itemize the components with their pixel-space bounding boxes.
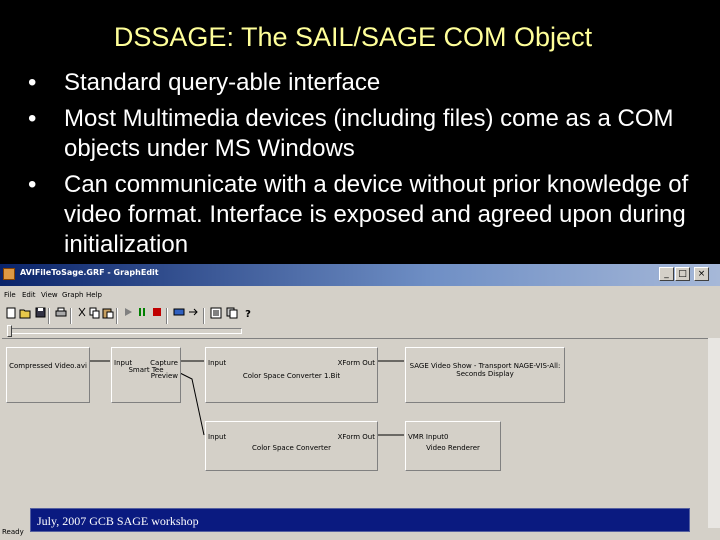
bullet-dot: • [28, 105, 37, 132]
menu-help[interactable]: Help [86, 291, 102, 299]
pause-icon[interactable] [135, 307, 149, 323]
maximize-button[interactable]: □ [675, 267, 690, 281]
cut-icon[interactable] [75, 307, 89, 323]
filter-name: Video Renderer [426, 444, 480, 452]
properties-icon[interactable] [209, 307, 223, 323]
vertical-scrollbar[interactable] [708, 338, 720, 528]
help-icon[interactable]: ? [241, 307, 255, 323]
graphedit-app-icon [3, 268, 15, 280]
bullet-dot: • [28, 69, 37, 96]
menu-file[interactable]: File [4, 291, 16, 299]
filter-name: SAGE Video Show - Transport NAGE-VIS-All… [409, 362, 561, 378]
seek-slider-thumb[interactable] [7, 325, 12, 337]
render-icon[interactable] [187, 307, 201, 323]
minimize-button[interactable]: _ [659, 267, 674, 281]
footer-text: July, 2007 GCB SAGE workshop [37, 514, 199, 528]
copy-filter-icon[interactable] [225, 307, 239, 323]
play-icon[interactable] [121, 307, 135, 323]
window-title: AVIFileToSage.GRF - GraphEdit [20, 268, 159, 277]
bullet-item: • Most Multimedia devices (including file… [0, 104, 720, 164]
seek-slider[interactable] [7, 325, 242, 337]
filter-box-smart-tee[interactable]: Input Capture Preview Smart Tee [111, 347, 181, 403]
filter-box-color-space-1[interactable]: Input XForm Out Color Space Converter 1.… [205, 347, 378, 403]
pin-xform-out[interactable]: XForm Out [338, 359, 375, 367]
bullet-item: • Standard query-able interface [0, 68, 720, 98]
copy-icon[interactable] [88, 307, 102, 323]
slide-footer: July, 2007 GCB SAGE workshop [30, 508, 690, 532]
stop-icon[interactable] [150, 307, 164, 323]
open-icon[interactable] [18, 307, 32, 323]
filter-box-sage-video-show[interactable]: SAGE Video Show - Transport NAGE-VIS-All… [405, 347, 565, 403]
filter-box-source[interactable]: Compressed Video.avi [6, 347, 90, 403]
bullet-list: • Standard query-able interface • Most Mul… [0, 68, 720, 266]
bullet-text: Most Multimedia devices (including files… [64, 105, 674, 162]
bullet-text: Standard query-able interface [64, 69, 381, 96]
filter-name: Color Space Converter 1.Bit [242, 372, 341, 380]
pin-xform-out[interactable]: XForm Out [338, 433, 375, 441]
filter-name: Color Space Converter [252, 444, 331, 452]
pin-input[interactable]: Input [208, 433, 226, 441]
menu-edit[interactable]: Edit [22, 291, 36, 299]
toolbar: ? [0, 304, 720, 328]
menu-view[interactable]: View [41, 291, 58, 299]
toolbar-separator [70, 308, 72, 324]
slide-title: DSSAGE: The SAIL/SAGE COM Object [113, 22, 593, 52]
bullet-item: • Can communicate with a device without p… [0, 170, 720, 260]
insert-filter-icon[interactable] [172, 307, 186, 323]
toolbar-separator [116, 308, 118, 324]
close-button[interactable]: × [694, 267, 709, 281]
toolbar-separator [203, 308, 205, 324]
toolbar-separator [166, 308, 168, 324]
filter-box-video-renderer[interactable]: VMR Input0 Video Renderer [405, 421, 501, 471]
menu-graph[interactable]: Graph [62, 291, 83, 299]
bullet-dot: • [28, 171, 37, 198]
pin-vmr-input[interactable]: VMR Input0 [408, 433, 449, 441]
save-icon[interactable] [33, 307, 47, 323]
filter-box-color-space-2[interactable]: Input XForm Out Color Space Converter [205, 421, 378, 471]
bullet-text: Can communicate with a device without pr… [64, 171, 689, 258]
filter-name: Smart Tee [128, 366, 164, 374]
window-titlebar[interactable]: AVIFileToSage.GRF - GraphEdit _ □ × [0, 264, 720, 286]
paste-icon[interactable] [101, 307, 115, 323]
filter-name: Compressed Video.avi [9, 362, 87, 370]
menu-bar: File Edit View Graph Help [0, 288, 720, 304]
new-icon[interactable] [4, 307, 18, 323]
pin-input[interactable]: Input [208, 359, 226, 367]
toolbar-separator [48, 308, 50, 324]
print-icon[interactable] [54, 307, 68, 323]
graphedit-window: AVIFileToSage.GRF - GraphEdit _ □ × File… [0, 264, 720, 540]
